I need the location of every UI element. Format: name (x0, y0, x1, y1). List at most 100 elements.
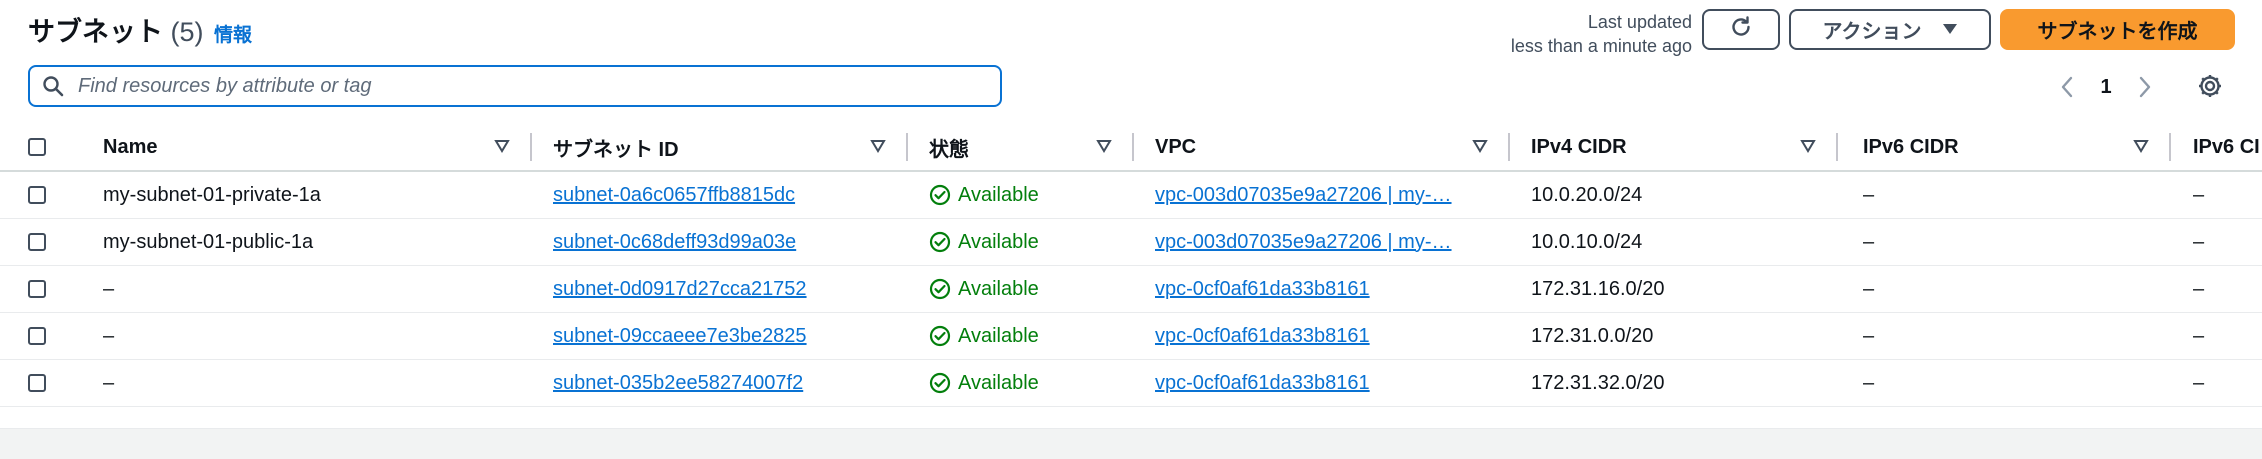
row-checkbox[interactable] (28, 327, 46, 345)
vpc-link[interactable]: vpc-0cf0af61da33b8161 (1155, 372, 1370, 395)
check-circle-icon (929, 231, 951, 253)
table-row[interactable]: – subnet-035b2ee58274007f2 Available vpc… (0, 360, 2262, 407)
cell-subnet-id: subnet-09ccaeee7e3be2825 (553, 313, 903, 359)
column-divider[interactable] (1132, 133, 1134, 161)
vpc-link[interactable]: vpc-003d07035e9a27206 | my-… (1155, 184, 1452, 207)
resource-count: (5) (170, 17, 204, 47)
check-circle-icon (929, 184, 951, 206)
page-title-text: サブネット (28, 17, 163, 47)
table-preferences-button[interactable] (2196, 72, 2224, 105)
row-select-cell (28, 360, 58, 406)
cell-ipv4-cidr: 172.31.32.0/20 (1531, 371, 1665, 394)
cell-subnet-id: subnet-0c68deff93d99a03e (553, 219, 903, 265)
column-header-subnet-id[interactable]: サブネット ID (553, 124, 908, 170)
row-checkbox[interactable] (28, 233, 46, 251)
subnet-id-link[interactable]: subnet-035b2ee58274007f2 (553, 372, 803, 395)
cell-state: Available (929, 360, 1129, 406)
column-header-name[interactable]: Name (103, 124, 532, 170)
refresh-button[interactable] (1702, 9, 1780, 50)
actions-label: アクション (1822, 21, 1922, 43)
column-header-label: Name (103, 135, 158, 158)
vpc-link[interactable]: vpc-0cf0af61da33b8161 (1155, 278, 1370, 301)
cell-ipv6-cidr: – (1863, 371, 1875, 394)
status-badge: Available (929, 278, 1039, 301)
table-row[interactable]: my-subnet-01-public-1a subnet-0c68deff93… (0, 219, 2262, 266)
cell-ipv6-cidr: – (1863, 277, 1875, 300)
vpc-link[interactable]: vpc-0cf0af61da33b8161 (1155, 325, 1370, 348)
current-page[interactable]: 1 (2084, 76, 2128, 99)
cell-subnet-id: subnet-0d0917d27cca21752 (553, 266, 903, 312)
prev-page-button[interactable] (2050, 76, 2084, 98)
check-circle-icon (929, 372, 951, 394)
sort-caret-icon (1472, 140, 1488, 153)
cell-ipv6-cidr-2: – (2193, 277, 2205, 300)
cell-name: – (103, 277, 115, 300)
actions-dropdown-button[interactable]: アクション (1789, 9, 1991, 50)
column-divider[interactable] (530, 133, 532, 161)
status-text: Available (958, 230, 1039, 253)
row-select-cell (28, 219, 58, 265)
column-divider[interactable] (1836, 133, 1838, 161)
column-header-vpc[interactable]: VPC (1155, 124, 1510, 170)
next-page-button[interactable] (2128, 76, 2162, 98)
cell-state: Available (929, 313, 1129, 359)
cell-ipv6-cidr: – (1863, 324, 1875, 347)
cell-vpc: vpc-0cf0af61da33b8161 (1155, 266, 1480, 312)
search-input[interactable] (76, 73, 980, 99)
column-header-ipv6-cidr[interactable]: IPv6 CIDR (1863, 124, 2171, 170)
cell-state: Available (929, 219, 1129, 265)
cell-ipv6-cidr: – (1863, 230, 1875, 253)
last-updated-label: Last updated (1587, 12, 1692, 32)
table-header-bar: サブネット (5) 情報 Last updated less than a mi… (0, 0, 2262, 62)
create-subnet-button[interactable]: サブネットを作成 (2000, 9, 2235, 50)
status-badge: Available (929, 231, 1039, 254)
select-all-cell (28, 124, 58, 170)
column-header-label: 状態 (929, 138, 969, 161)
column-divider[interactable] (2169, 133, 2171, 161)
column-header-label: IPv4 CIDR (1531, 135, 1627, 158)
row-checkbox[interactable] (28, 374, 46, 392)
cell-name: my-subnet-01-private-1a (103, 183, 321, 206)
table-row[interactable]: – subnet-09ccaeee7e3be2825 Available vpc… (0, 313, 2262, 360)
subnet-id-link[interactable]: subnet-0d0917d27cca21752 (553, 278, 807, 301)
sort-caret-icon (494, 140, 510, 153)
column-divider[interactable] (1508, 133, 1510, 161)
cell-ipv4-cidr: 172.31.0.0/20 (1531, 324, 1654, 347)
cell-subnet-id: subnet-0a6c0657ffb8815dc (553, 172, 903, 218)
column-header-label: IPv6 CI (2193, 135, 2260, 158)
sort-caret-icon (1800, 140, 1816, 153)
column-header-label: サブネット ID (553, 138, 679, 161)
column-header-ipv4-cidr[interactable]: IPv4 CIDR (1531, 124, 1838, 170)
info-link[interactable]: 情報 (214, 20, 252, 47)
refresh-icon (1729, 15, 1753, 45)
search-box[interactable] (28, 65, 1002, 107)
table-row[interactable]: – subnet-0d0917d27cca21752 Available vpc… (0, 266, 2262, 313)
row-checkbox[interactable] (28, 186, 46, 204)
search-icon (42, 75, 64, 97)
cell-ipv6-cidr-2: – (2193, 324, 2205, 347)
cell-ipv4-cidr: 10.0.10.0/24 (1531, 230, 1643, 253)
cell-vpc: vpc-003d07035e9a27206 | my-… (1155, 219, 1480, 265)
subnet-id-link[interactable]: subnet-0c68deff93d99a03e (553, 231, 796, 254)
cell-name: my-subnet-01-public-1a (103, 230, 314, 253)
column-header-state[interactable]: 状態 (929, 124, 1134, 170)
subnet-id-link[interactable]: subnet-0a6c0657ffb8815dc (553, 184, 795, 207)
table-row[interactable]: my-subnet-01-private-1a subnet-0a6c0657f… (0, 172, 2262, 219)
cell-subnet-id: subnet-035b2ee58274007f2 (553, 360, 903, 406)
status-badge: Available (929, 184, 1039, 207)
status-badge: Available (929, 325, 1039, 348)
subnet-id-link[interactable]: subnet-09ccaeee7e3be2825 (553, 325, 807, 348)
vpc-link[interactable]: vpc-003d07035e9a27206 | my-… (1155, 231, 1452, 254)
column-header-label: IPv6 CIDR (1863, 135, 1959, 158)
select-all-checkbox[interactable] (28, 138, 46, 156)
pagination: 1 (2050, 70, 2162, 104)
cell-ipv4-cidr: 10.0.20.0/24 (1531, 183, 1643, 206)
cell-vpc: vpc-0cf0af61da33b8161 (1155, 313, 1480, 359)
row-select-cell (28, 313, 58, 359)
row-checkbox[interactable] (28, 280, 46, 298)
cell-ipv6-cidr-2: – (2193, 371, 2205, 394)
column-header-ipv6-cidr-2[interactable]: IPv6 CI (2193, 124, 2262, 170)
caret-down-icon (1942, 18, 1958, 41)
column-divider[interactable] (906, 133, 908, 161)
status-text: Available (958, 183, 1039, 206)
